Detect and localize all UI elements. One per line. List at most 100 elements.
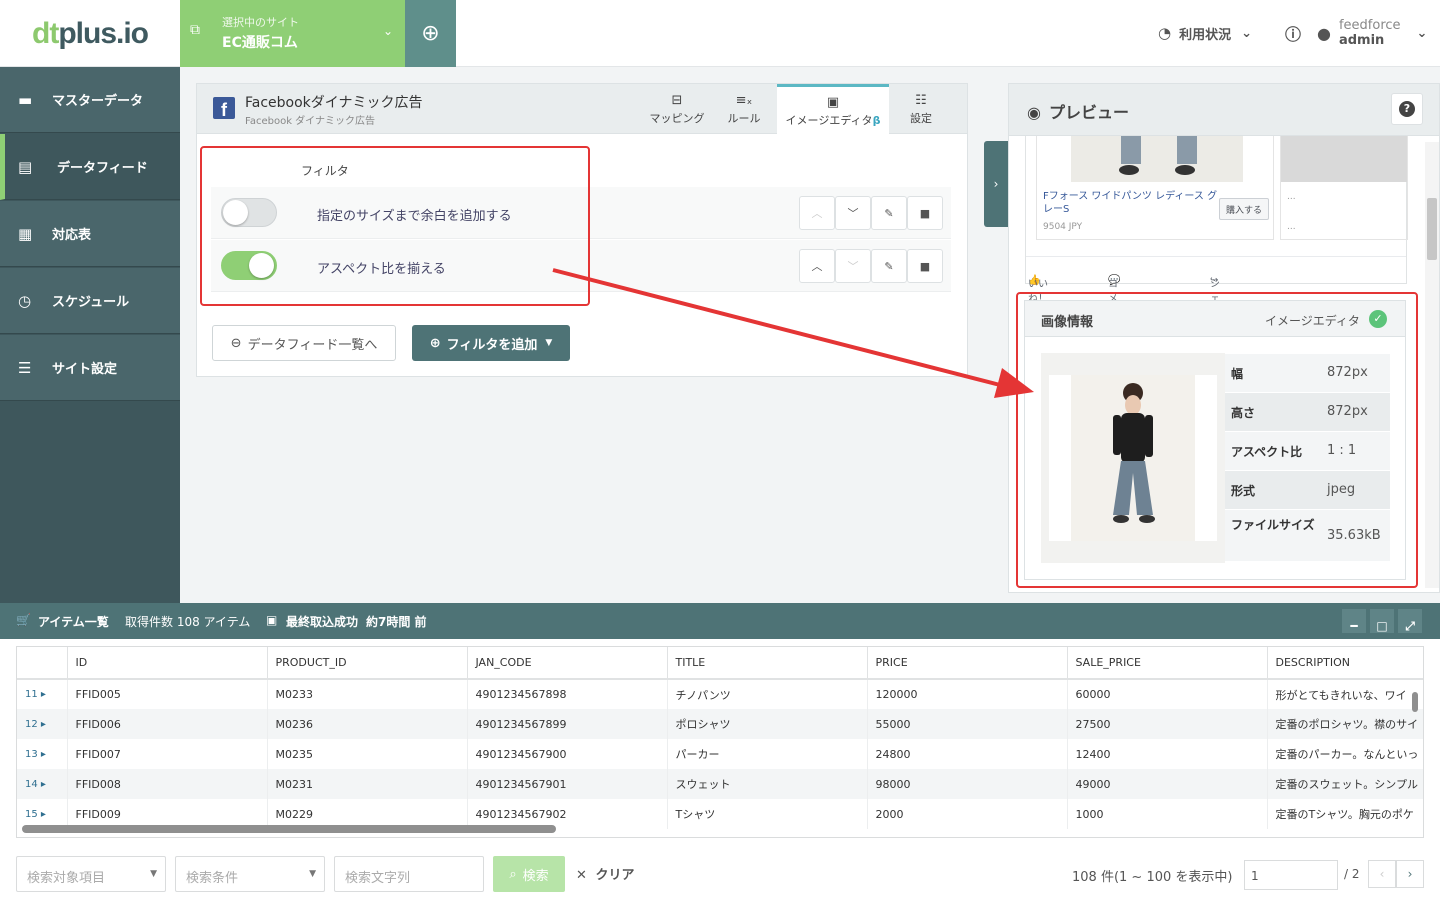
edit-button[interactable]: ✎ bbox=[871, 249, 907, 283]
sidebar-item-label: 対応表 bbox=[52, 228, 92, 243]
preview-help-button[interactable]: ? bbox=[1391, 93, 1423, 125]
table-horizontal-scrollbar[interactable] bbox=[22, 825, 556, 833]
column-header[interactable]: JAN_CODE bbox=[467, 647, 668, 680]
table-cell[interactable]: 定番のスウェット。シンプル bbox=[1267, 769, 1423, 799]
help-button[interactable]: ⓘ bbox=[1283, 18, 1303, 48]
function-icon: ≡ₓ bbox=[735, 92, 753, 108]
carousel-card[interactable]: ... ... bbox=[1280, 136, 1408, 240]
move-down-button[interactable]: ﹀ bbox=[835, 249, 871, 283]
column-header[interactable]: DESCRIPTION bbox=[1267, 647, 1423, 680]
table-cell[interactable]: 4901234567899 bbox=[467, 709, 668, 739]
restore-button[interactable]: □ bbox=[1370, 609, 1394, 633]
delete-button[interactable]: ■ bbox=[907, 249, 943, 283]
table-row[interactable]: 13 ▸ FFID007 M0235 4901234567900 パーカー 24… bbox=[17, 739, 1423, 769]
table-cell[interactable]: M0231 bbox=[267, 769, 468, 799]
move-up-button[interactable]: ︿ bbox=[799, 249, 835, 283]
sidebar-item-mapping-table[interactable]: ▦ 対応表 bbox=[0, 201, 180, 267]
tab-mapping[interactable]: ⊟ マッピング bbox=[643, 84, 711, 134]
table-cell[interactable]: M0233 bbox=[267, 679, 468, 709]
column-header[interactable]: PRODUCT_ID bbox=[267, 647, 468, 680]
table-row[interactable]: 11 ▸ FFID005 M0233 4901234567898 チノパンツ 1… bbox=[17, 679, 1423, 709]
app-logo[interactable]: dt plus.io bbox=[0, 0, 180, 67]
sidebar: ▬ マスターデータ ▤ データフィード ▦ 対応表 ◷ スケジュール ☰ サイト… bbox=[0, 67, 180, 603]
back-to-feeds-button[interactable]: ⊖ データフィード一覧へ bbox=[212, 325, 396, 361]
buy-button[interactable]: 購入する bbox=[1219, 198, 1269, 220]
table-cell[interactable]: 定番のポロシャツ。襟のサイ bbox=[1267, 709, 1423, 739]
carousel-card[interactable]: Fフォース ワイドパンツ レディース グレーS 9504 JPY 購入する bbox=[1036, 136, 1274, 240]
arrow-left-circle-icon: ⊖ bbox=[230, 335, 242, 351]
usage-menu[interactable]: ◔ 利用状況 ⌄ bbox=[1158, 18, 1252, 48]
table-row[interactable]: 14 ▸ FFID008 M0231 4901234567901 スウェット 9… bbox=[17, 769, 1423, 799]
preview-scrollbar[interactable] bbox=[1425, 142, 1439, 588]
table-cell[interactable]: M0235 bbox=[267, 739, 468, 769]
search-button[interactable]: ⌕ 検索 bbox=[493, 856, 565, 892]
move-down-button[interactable]: ﹀ bbox=[835, 196, 871, 230]
scrollbar-thumb[interactable] bbox=[1427, 198, 1437, 260]
table-cell[interactable]: FFID007 bbox=[67, 739, 268, 769]
table-cell[interactable]: スウェット bbox=[667, 769, 868, 799]
image-file-icon: ▣ bbox=[826, 94, 840, 110]
add-site-button[interactable]: ⊕ bbox=[405, 0, 456, 67]
table-cell[interactable]: 形がとてもきれいな、ワイ bbox=[1267, 679, 1423, 709]
table-cell[interactable]: 1000 bbox=[1067, 799, 1268, 829]
feed-subtitle: Facebook ダイナミック広告 bbox=[245, 116, 375, 127]
table-cell[interactable]: M0236 bbox=[267, 709, 468, 739]
tab-image-editor[interactable]: ▣ イメージエディタβ bbox=[777, 84, 889, 135]
sidebar-item-master-data[interactable]: ▬ マスターデータ bbox=[0, 67, 180, 133]
site-selector[interactable]: ⧉ 選択中のサイト EC通販コム ⌄ bbox=[180, 0, 405, 67]
table-cell[interactable]: 27500 bbox=[1067, 709, 1268, 739]
table-cell[interactable]: FFID005 bbox=[67, 679, 268, 709]
table-cell[interactable]: FFID006 bbox=[67, 709, 268, 739]
sidebar-item-data-feed[interactable]: ▤ データフィード bbox=[0, 134, 180, 200]
sidebar-item-schedule[interactable]: ◷ スケジュール bbox=[0, 268, 180, 334]
search-text-input[interactable]: 検索文字列 bbox=[334, 856, 484, 892]
table-cell[interactable]: Tシャツ bbox=[667, 799, 868, 829]
column-header[interactable]: SALE_PRICE bbox=[1067, 647, 1268, 680]
pencil-icon: ✎ bbox=[884, 259, 894, 273]
page-number-input[interactable]: 1 bbox=[1244, 860, 1338, 890]
table-cell[interactable]: FFID008 bbox=[67, 769, 268, 799]
table-cell[interactable]: 4901234567900 bbox=[467, 739, 668, 769]
minimize-button[interactable]: ━ bbox=[1342, 609, 1366, 633]
chevron-left-icon: ‹ bbox=[1379, 867, 1385, 881]
table-cell[interactable]: 120000 bbox=[867, 679, 1068, 709]
prev-page-button[interactable]: ‹ bbox=[1368, 860, 1396, 888]
chevron-down-icon: ⌄ bbox=[1241, 25, 1253, 41]
collapse-preview-button[interactable]: › bbox=[984, 141, 1008, 227]
column-header[interactable]: PRICE bbox=[867, 647, 1068, 680]
delete-button[interactable]: ■ bbox=[907, 196, 943, 230]
table-cell[interactable]: 60000 bbox=[1067, 679, 1268, 709]
table-cell[interactable]: パーカー bbox=[667, 739, 868, 769]
table-cell[interactable]: 98000 bbox=[867, 769, 1068, 799]
table-cell[interactable]: 定番のTシャツ。胸元のポケ bbox=[1267, 799, 1423, 829]
table-row[interactable]: 12 ▸ FFID006 M0236 4901234567899 ポロシャツ 5… bbox=[17, 709, 1423, 739]
next-page-button[interactable]: › bbox=[1396, 860, 1424, 888]
search-target-select[interactable]: 検索対象項目 ▼ bbox=[16, 856, 166, 892]
table-cell[interactable]: ポロシャツ bbox=[667, 709, 868, 739]
column-header[interactable]: ID bbox=[67, 647, 268, 680]
table-vertical-scrollbar[interactable] bbox=[1412, 692, 1418, 712]
edit-button[interactable]: ✎ bbox=[871, 196, 907, 230]
tab-settings[interactable]: ☷ 設定 bbox=[889, 84, 953, 134]
table-cell[interactable]: 4901234567898 bbox=[467, 679, 668, 709]
table-cell[interactable]: チノパンツ bbox=[667, 679, 868, 709]
table-cell[interactable]: 定番のパーカー。なんといっ bbox=[1267, 739, 1423, 769]
move-up-button[interactable]: ︿ bbox=[799, 196, 835, 230]
table-cell[interactable]: 2000 bbox=[867, 799, 1068, 829]
table-cell[interactable]: 12400 bbox=[1067, 739, 1268, 769]
search-condition-select[interactable]: 検索条件 ▼ bbox=[175, 856, 325, 892]
clear-button[interactable]: ✕ クリア bbox=[576, 864, 634, 883]
table-cell[interactable]: 4901234567901 bbox=[467, 769, 668, 799]
table-cell[interactable]: 24800 bbox=[867, 739, 1068, 769]
add-filter-button[interactable]: ⊕ フィルタを追加 ▼ bbox=[412, 325, 570, 361]
row-number: 15 bbox=[25, 808, 38, 820]
table-cell[interactable]: 49000 bbox=[1067, 769, 1268, 799]
sliders-icon: ☷ bbox=[915, 92, 927, 108]
user-menu[interactable]: ● feedforce admin ⌄ bbox=[1317, 18, 1427, 48]
table-cell[interactable]: 55000 bbox=[867, 709, 1068, 739]
expand-button[interactable]: ⤢ bbox=[1398, 609, 1422, 633]
tab-rule[interactable]: ≡ₓ ルール bbox=[711, 84, 777, 134]
button-label: 検索 bbox=[522, 868, 549, 884]
sidebar-item-site-settings[interactable]: ☰ サイト設定 bbox=[0, 335, 180, 401]
column-header[interactable]: TITLE bbox=[667, 647, 868, 680]
